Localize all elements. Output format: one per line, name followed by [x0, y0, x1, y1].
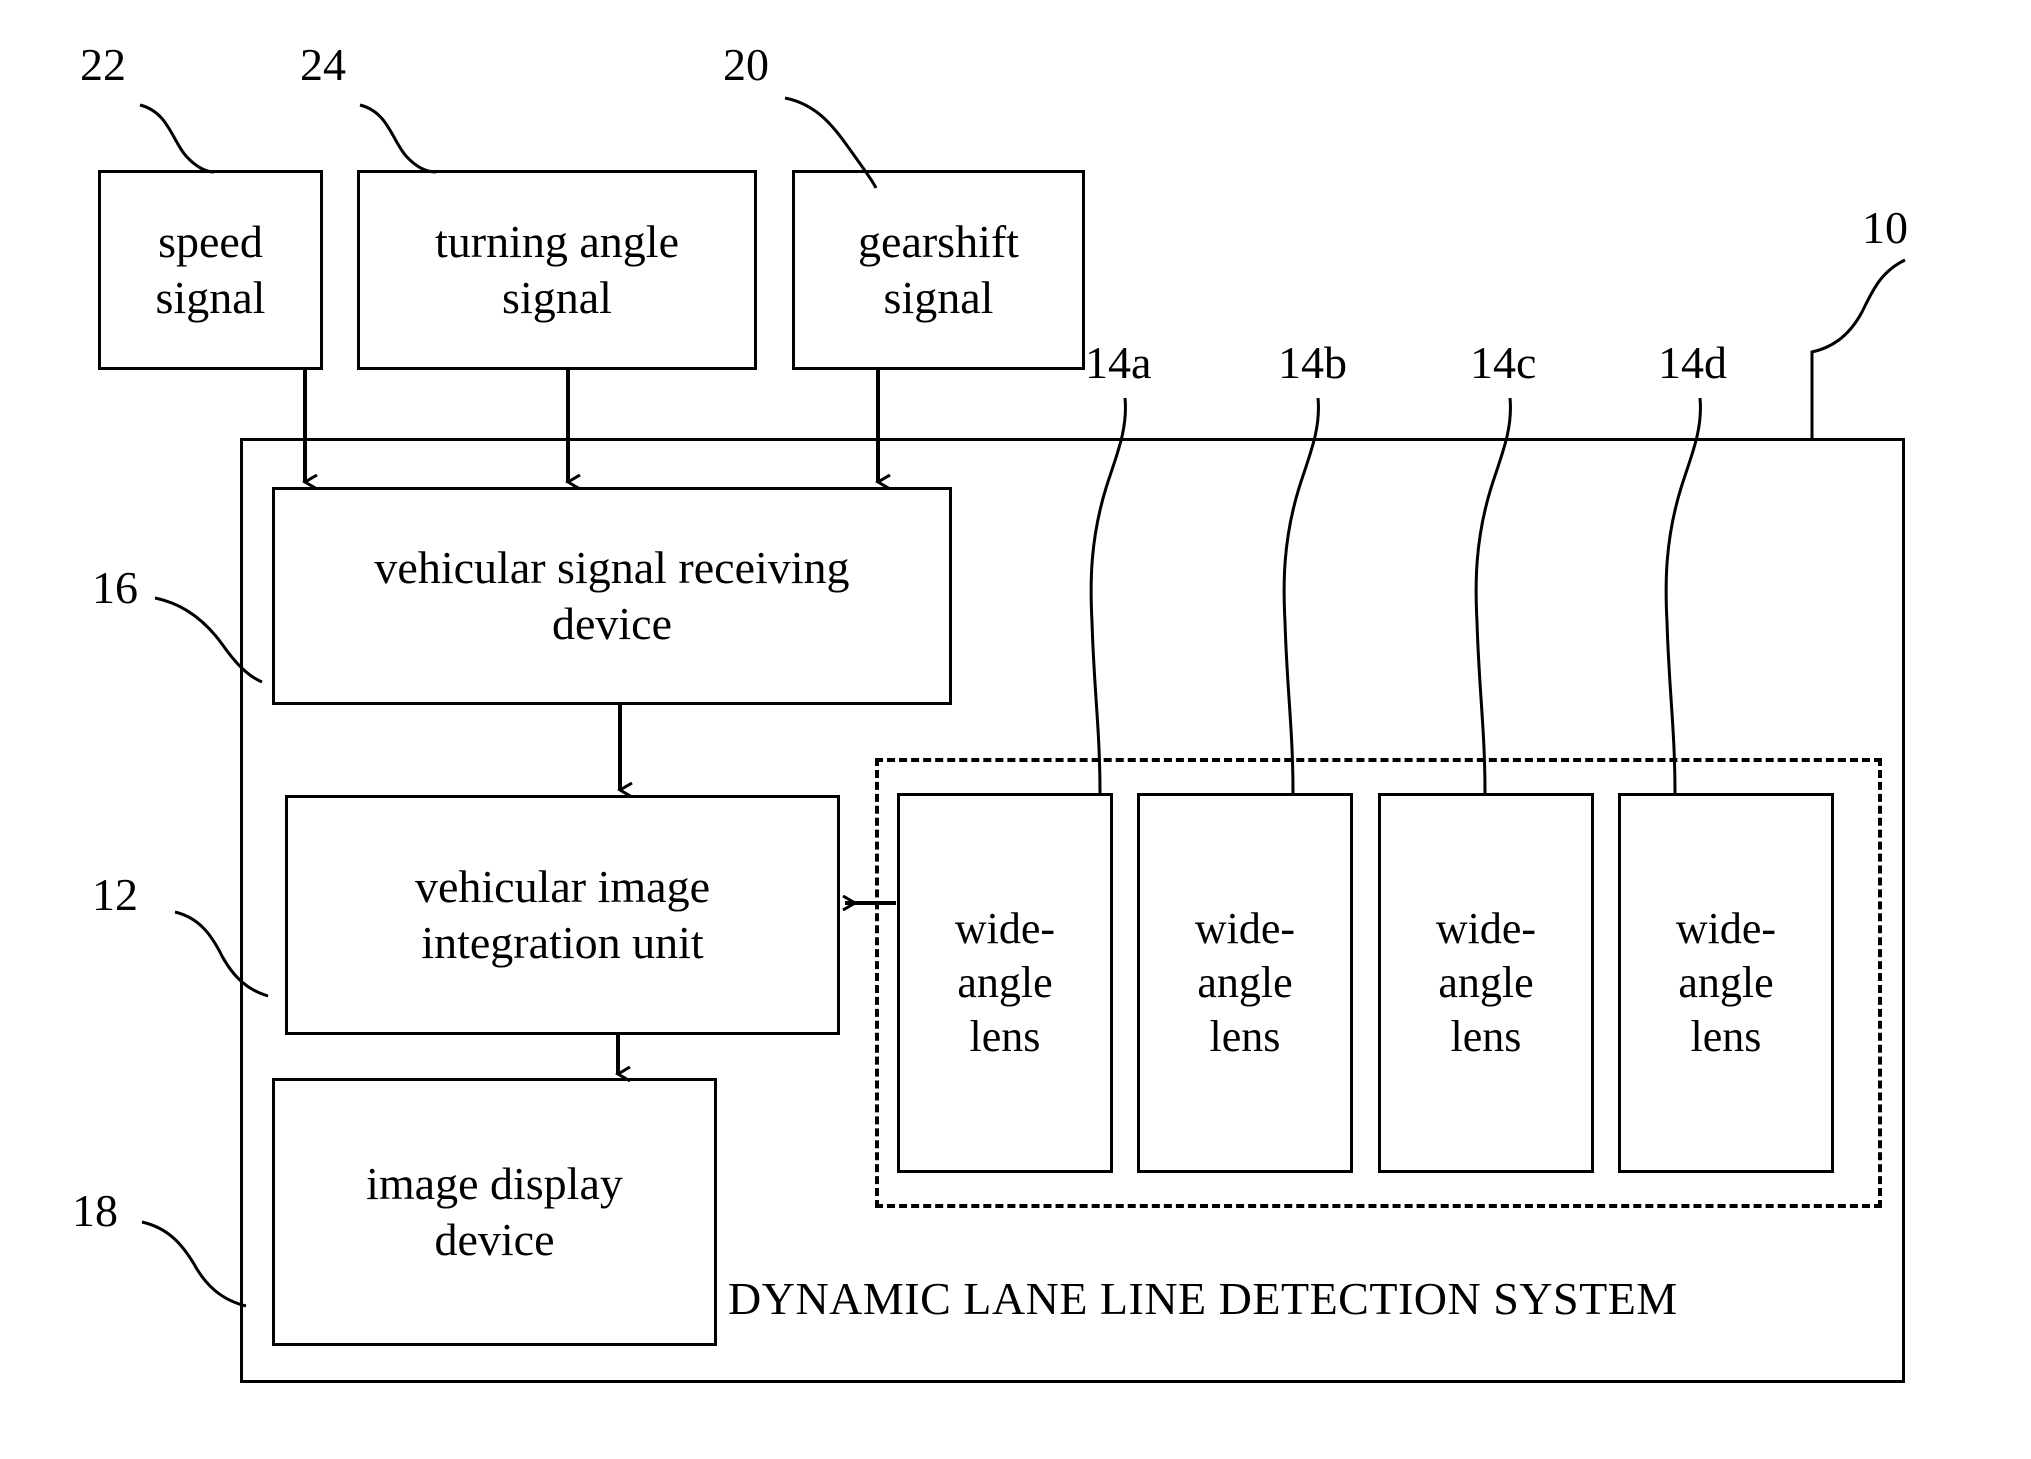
leader-line-14b	[1282, 397, 1320, 794]
leader-line-20	[784, 96, 878, 189]
leader-line-24	[359, 103, 437, 174]
leader-line-16	[154, 596, 263, 684]
leader-line-14c	[1474, 397, 1512, 794]
leader-line-10	[1810, 258, 1906, 438]
leader-line-12	[174, 910, 269, 998]
leader-line-18	[141, 1220, 247, 1308]
leader-line-22	[139, 103, 215, 174]
figure-canvas: 22 24 20 14a 14b 14c 14d 10 16 12 18 spe…	[0, 0, 2031, 1459]
leader-line-14d	[1664, 397, 1702, 794]
leader-line-14a	[1089, 397, 1127, 794]
connector-layer	[139, 96, 1906, 1308]
